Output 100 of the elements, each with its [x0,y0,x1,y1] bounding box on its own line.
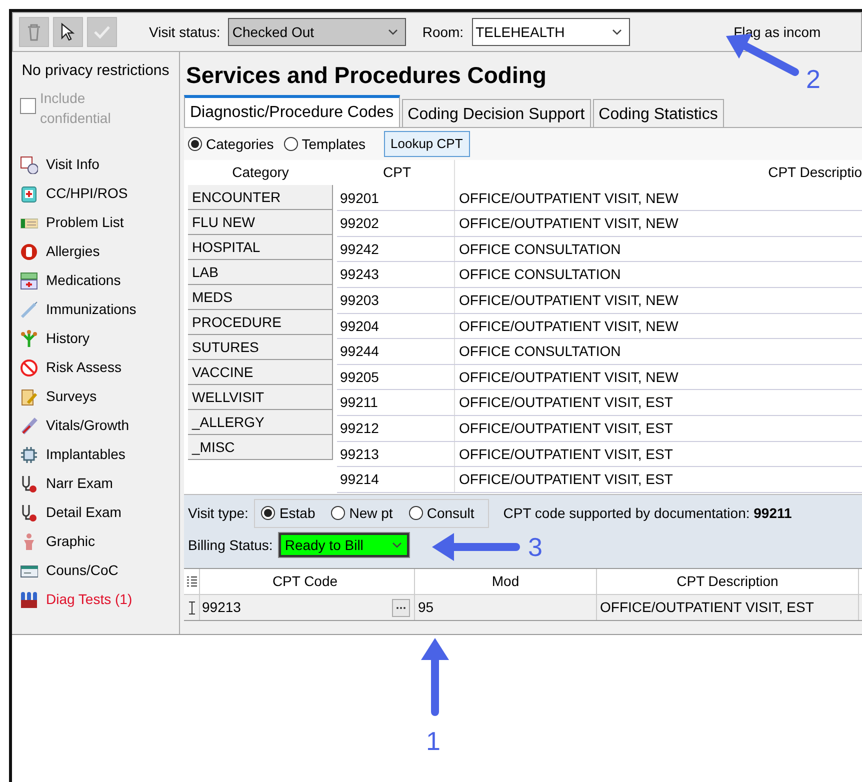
sidebar-item[interactable]: Surveys [20,382,179,411]
sidebar-item[interactable]: History [20,324,179,353]
sidebar-item[interactable]: Vitals/Growth [20,411,179,440]
category-item[interactable]: FLU NEW [188,210,333,235]
sidebar-item[interactable]: Allergies [20,237,179,266]
sidebar-item[interactable]: Immunizations [20,295,179,324]
sidebar-item[interactable]: Problem List [20,208,179,237]
radio-button[interactable] [284,137,298,151]
field-label: Visit status: [149,22,220,42]
pill-box-icon [20,272,38,290]
column-header: Mod [415,569,597,594]
column-header: CPT Code [200,569,415,594]
page-title: Services and Procedures Coding [186,61,546,90]
category-item[interactable]: _ALLERGY [188,410,333,435]
table-cell: 99212 [337,416,455,441]
category-item[interactable]: _MISC [188,435,333,460]
sidebar-item[interactable]: Narr Exam [20,469,179,498]
toolbar-button[interactable] [53,17,83,47]
privacy-status: No privacy restrictions [20,61,170,81]
table-cell: 99242 [337,236,455,262]
stethoscope-icon [20,474,38,492]
table-cell: 99211 [337,390,455,415]
radio-label: Templates [302,134,366,154]
sidebar-item[interactable]: Implantables [20,440,179,469]
field-label: Visit type: [188,504,248,523]
first-aid-icon [20,184,38,202]
table-cell: 99201 [337,186,455,210]
supported-code-text: CPT code supported by documentation: 99211 [503,504,792,523]
tab[interactable]: Coding Statistics [592,99,724,127]
table-cell: 99202 [337,211,455,236]
radio-button[interactable] [261,506,276,520]
table-cell-text: OFFICE/OUTPATIENT VISIT, EST [458,444,674,464]
table-cell: OFFICE/OUTPATIENT VISIT, EST [597,595,859,620]
radio-button[interactable] [408,506,423,520]
table-cell-text: OFFICE CONSULTATION [458,240,622,259]
column-header: CPT [337,160,455,186]
radio-button[interactable] [188,137,202,151]
table-cell-text: OFFICE/OUTPATIENT VISIT, NEW [458,290,680,310]
table-cell: 95 [415,595,597,620]
room-dropdown[interactable]: TELEHEALTH [472,18,630,46]
column-header: CPT Descriptio [767,163,862,182]
table-cell-text: OFFICE/OUTPATIENT VISIT, EST [458,393,674,412]
stethoscope-icon [20,504,38,522]
ellipsis-button[interactable] [392,598,410,616]
category-item[interactable]: HOSPITAL [188,235,333,260]
annotation-number: 2 [806,63,820,96]
table-cell-text: OFFICE/OUTPATIENT VISIT, NEW [458,316,680,336]
table-cell-text: OFFICE/OUTPATIENT VISIT, EST [458,418,674,438]
sidebar-item[interactable]: CC/HPI/ROS [20,179,179,208]
sidebar-item[interactable]: Diag Tests (1) [20,585,179,614]
category-item[interactable]: MEDS [188,285,333,310]
more-icon [396,606,406,610]
table-cell-text: OFFICE/OUTPATIENT VISIT, NEW [458,368,680,387]
sidebar-item[interactable]: Detail Exam [20,498,179,527]
sidebar-item[interactable]: Visit Info [20,150,179,179]
sidebar-item[interactable]: Risk Assess [20,353,179,382]
tree-icon [20,330,38,348]
table-cell-text: OFFICE/OUTPATIENT VISIT, EST [458,470,674,490]
sidebar-item[interactable]: Medications [20,266,179,295]
category-item[interactable]: ENCOUNTER [188,185,333,210]
billing-status-dropdown[interactable]: Ready to Bill [278,533,409,557]
prohibited-icon [20,358,38,376]
tab[interactable]: Coding Decision Support [402,99,591,127]
table-cell-text: OFFICE/OUTPATIENT VISIT, NEW [458,188,680,208]
field-label: Billing Status: [188,536,273,555]
radio-label: Consult [426,504,474,522]
stop-icon [20,242,38,260]
table-cell: 99203 [337,288,455,313]
table-cell: 99213 [337,442,455,466]
checkbox-label: Include confidential [40,89,112,128]
column-header: Category [231,163,290,182]
tab[interactable]: Diagnostic/Procedure Codes [184,95,400,127]
chip-icon [20,446,38,464]
category-item[interactable]: LAB [188,260,333,285]
radio-button[interactable] [331,506,346,520]
column-header: CPT Description [597,569,859,594]
table-cell: 99214 [337,467,455,492]
table-cell-text: OFFICE/OUTPATIENT VISIT, NEW [458,214,680,234]
field-label: Room: [422,22,464,42]
lookup-button[interactable]: Lookup CPT [384,131,470,157]
radio-label: New pt [349,504,393,523]
table-cell-text: OFFICE CONSULTATION [458,265,622,284]
category-item[interactable]: SUTURES [188,335,333,360]
category-item[interactable]: WELLVISIT [188,385,333,410]
sidebar-item[interactable]: Graphic [20,527,179,556]
category-item[interactable]: PROCEDURE [188,310,333,335]
annotation-number: 1 [426,725,440,758]
menu-icon [186,576,196,588]
clipboard-icon [20,388,38,406]
test-tubes-icon [20,590,38,608]
radio-label: Categories [206,134,274,154]
radio-label: Estab [279,504,316,522]
annotation-number: 3 [528,531,542,564]
table-cell-text: OFFICE CONSULTATION [458,342,622,362]
table-cell: 99243 [337,262,455,287]
table-cell: 99244 [337,339,455,364]
category-item[interactable]: VACCINE [188,360,333,385]
table-cell: 99205 [337,364,455,390]
table-cell: 99204 [337,314,455,338]
sidebar-item[interactable]: Couns/CoC [20,556,179,585]
